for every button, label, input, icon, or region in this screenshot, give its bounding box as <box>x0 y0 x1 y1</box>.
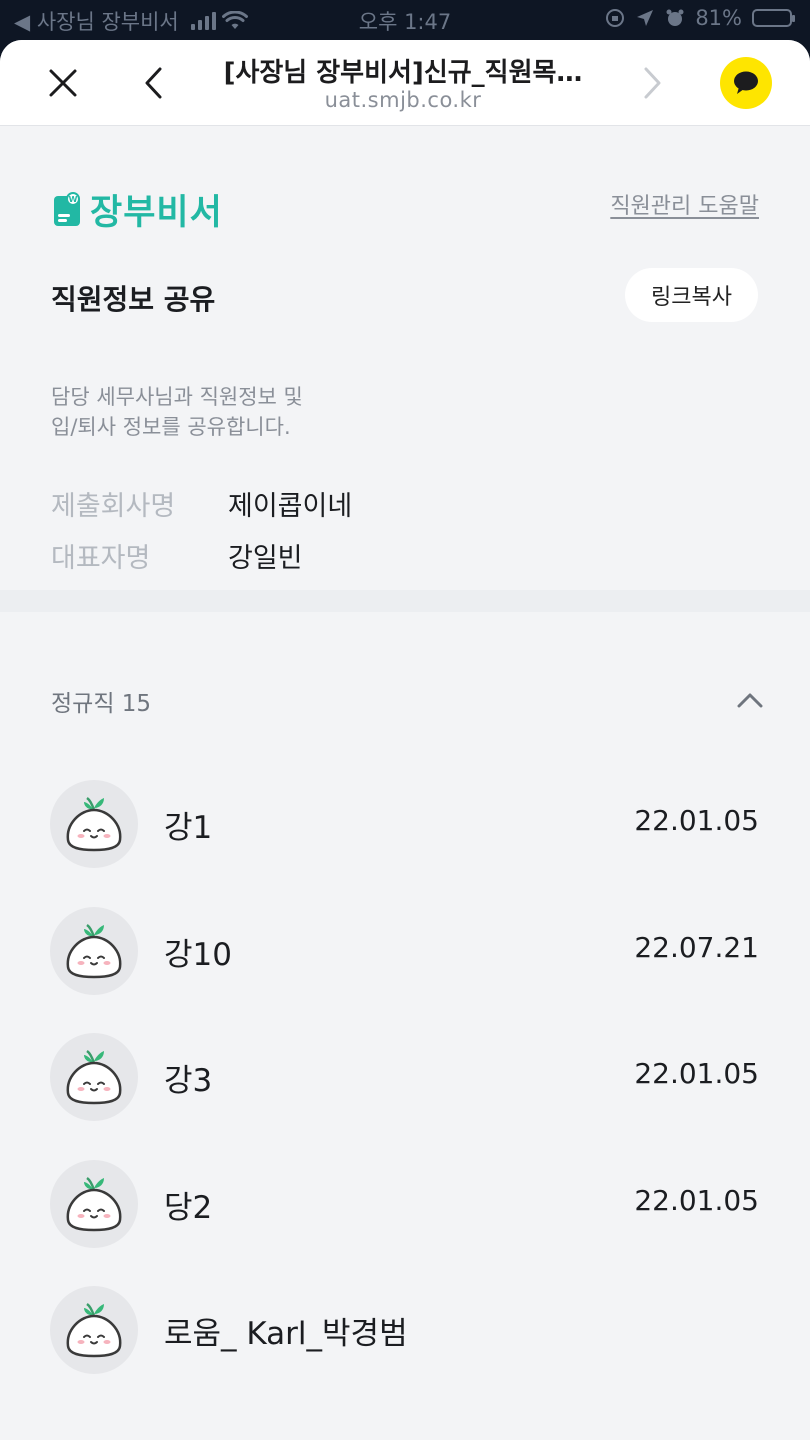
alarm-icon <box>666 9 684 26</box>
employee-list-item[interactable]: 강3 22.01.05 <box>0 1033 810 1160</box>
copy-link-button[interactable]: 링크복사 <box>625 268 758 322</box>
battery-percent: 81% <box>695 6 742 30</box>
mascot-avatar-icon <box>66 1176 122 1231</box>
help-link[interactable]: 직원관리 도움말 <box>610 188 759 220</box>
employee-group-header[interactable]: 정규직 15 <box>0 640 810 760</box>
avatar <box>50 906 138 995</box>
employee-list: 강1 22.01.05 강10 22.07.21 강3 22.01.05 당2 … <box>0 780 810 1413</box>
avatar <box>50 1286 138 1374</box>
webview-sheet: [사장님 장부비서]신규_직원목… uat.smjb.co.kr W 장부비서 <box>0 40 810 1440</box>
employee-list-item[interactable]: 당2 22.01.05 <box>0 1159 810 1287</box>
share-title: 직원정보 공유 <box>51 283 216 316</box>
mascot-avatar-icon <box>66 1302 122 1358</box>
employee-name: 당2 <box>164 1189 213 1226</box>
status-bar: ◀ 사장님 장부비서 오후 1:47 81% <box>0 0 810 40</box>
back-button[interactable] <box>128 58 178 108</box>
mascot-avatar-icon <box>66 796 122 852</box>
employee-list-item[interactable]: 강1 22.01.05 <box>0 780 810 907</box>
browser-toolbar: [사장님 장부비서]신규_직원목… uat.smjb.co.kr <box>0 40 810 126</box>
description-line: 입/퇴사 정보를 공유합니다. <box>51 415 291 439</box>
employee-join-date: 22.01.05 <box>634 804 759 837</box>
company-value: 제이콥이네 <box>228 491 353 522</box>
share-section: W 장부비서 직원관리 도움말 직원정보 공유 링크복사 담당 세무사님과 직원… <box>0 126 810 630</box>
ceo-label: 대표자명 <box>51 543 151 574</box>
mascot-avatar-icon <box>66 923 122 978</box>
kakaotalk-button[interactable] <box>720 57 772 109</box>
battery-icon <box>752 9 795 27</box>
share-description: 담당 세무사님과 직원정보 및 입/퇴사 정보를 공유합니다. <box>51 382 303 442</box>
chevron-right-icon <box>644 67 661 99</box>
app-logo: W 장부비서 <box>52 184 223 235</box>
company-label: 제출회사명 <box>51 491 176 522</box>
company-row: 제출회사명 제이콥이네 <box>51 484 352 523</box>
employee-join-date: 22.01.05 <box>634 1183 759 1217</box>
ceo-row: 대표자명 강일빈 <box>51 536 303 575</box>
svg-text:W: W <box>69 195 78 204</box>
logo-text: 장부비서 <box>90 193 223 233</box>
close-button[interactable] <box>38 58 88 108</box>
page-title: [사장님 장부비서]신규_직원목… <box>223 58 583 88</box>
mascot-avatar-icon <box>66 1049 122 1105</box>
avatar <box>50 1159 138 1248</box>
avatar <box>50 1033 138 1121</box>
location-icon <box>637 10 654 26</box>
status-right: 81% <box>605 6 795 30</box>
page-url: uat.smjb.co.kr <box>324 88 482 112</box>
chevron-up-icon <box>737 693 763 708</box>
avatar <box>50 780 138 868</box>
employee-list-item[interactable]: 강10 22.07.21 <box>0 906 810 1034</box>
ledger-logo-icon: W <box>54 191 80 226</box>
employee-join-date: 22.07.21 <box>634 930 759 964</box>
kakaotalk-icon <box>734 71 758 94</box>
section-divider <box>0 590 810 612</box>
collapse-button[interactable] <box>734 684 766 716</box>
employee-join-date: 22.01.05 <box>634 1057 759 1090</box>
forward-button[interactable] <box>628 58 678 108</box>
close-icon <box>49 69 77 97</box>
employee-name: 강3 <box>164 1063 213 1099</box>
employee-name: 강1 <box>164 810 213 846</box>
employee-name: 강10 <box>164 936 232 973</box>
group-title: 정규직 15 <box>51 691 152 717</box>
chevron-left-icon <box>145 67 162 99</box>
employee-name: 로움_ Karl_박경범 <box>164 1316 408 1352</box>
employee-list-item[interactable]: 로움_ Karl_박경범 <box>0 1286 810 1413</box>
description-line: 담당 세무사님과 직원정보 및 <box>51 385 303 409</box>
orientation-lock-icon <box>606 9 625 27</box>
ceo-value: 강일빈 <box>228 543 303 574</box>
